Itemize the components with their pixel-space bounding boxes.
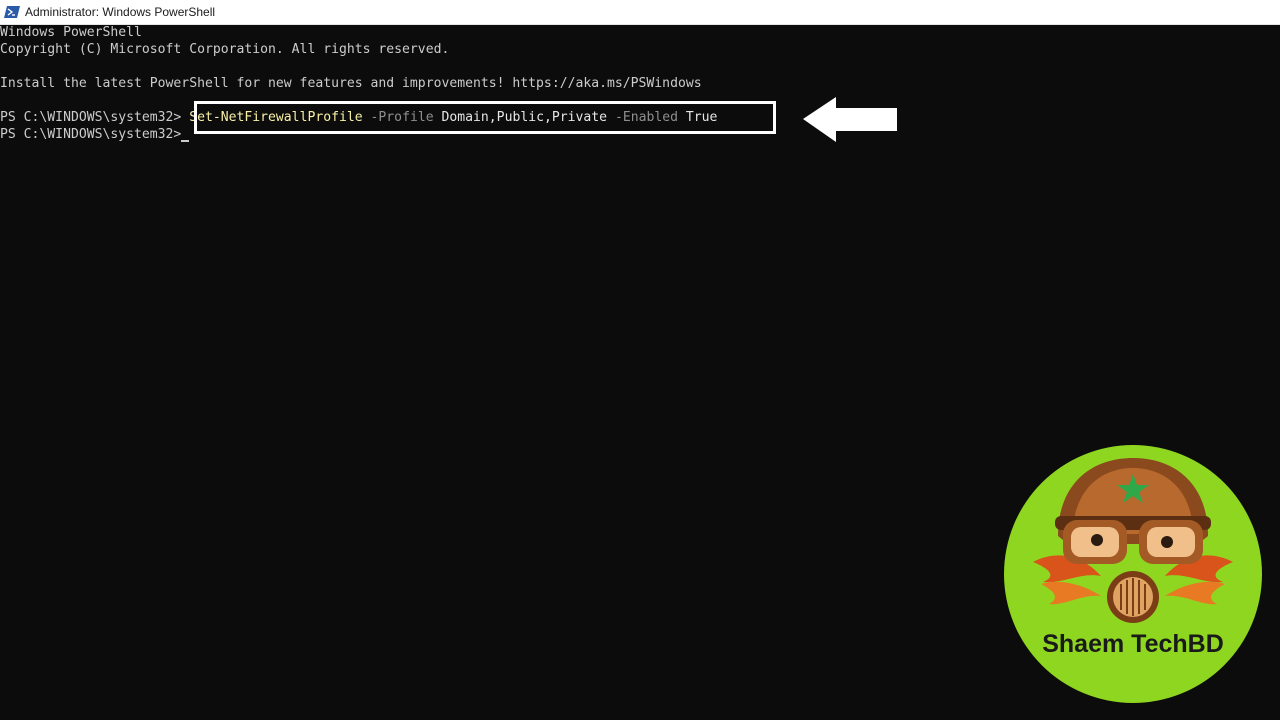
window-title: Administrator: Windows PowerShell [25, 5, 216, 19]
logo-text: Shaem TechBD [1042, 630, 1224, 658]
console-line-header: Windows PowerShell [0, 25, 142, 40]
text-cursor [181, 140, 190, 142]
shaem-techbd-logo: Shaem TechBD [1004, 445, 1262, 703]
powershell-icon [4, 4, 20, 20]
command-highlight-box [194, 101, 776, 134]
prompt: PS C:\WINDOWS\system32> [0, 110, 182, 125]
console-line-copyright: Copyright (C) Microsoft Corporation. All… [0, 42, 450, 57]
left-arrow-icon [803, 97, 897, 142]
console-input-line[interactable]: PS C:\WINDOWS\system32> [0, 126, 190, 143]
window-titlebar[interactable]: Administrator: Windows PowerShell [0, 0, 1280, 25]
console-line-install-notice: Install the latest PowerShell for new fe… [0, 76, 702, 91]
prompt: PS C:\WINDOWS\system32> [0, 127, 182, 142]
